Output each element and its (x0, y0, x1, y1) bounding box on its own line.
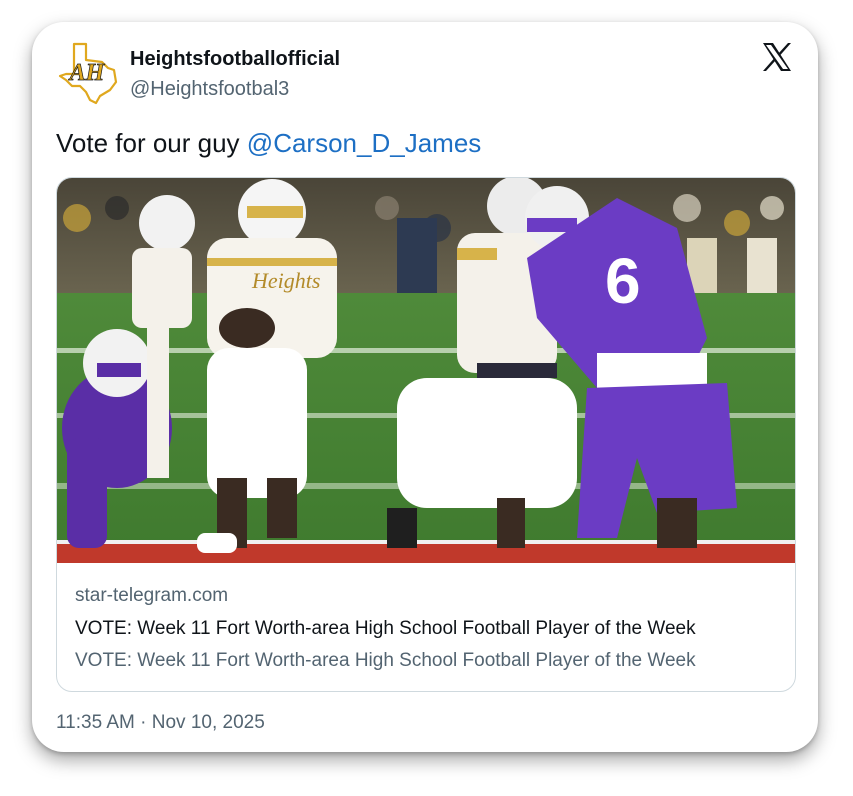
author-handle[interactable]: @Heightsfootbal3 (130, 78, 289, 101)
tweet-body: Vote for our guy (56, 128, 247, 158)
svg-text:Heights: Heights (251, 268, 320, 293)
avatar-logo-text: AH (68, 60, 106, 86)
link-description: VOTE: Week 11 Fort Worth-area High Schoo… (75, 650, 696, 671)
svg-text:6: 6 (605, 245, 641, 317)
tweet-text: Vote for our guy @Carson_D_James (56, 128, 481, 159)
link-preview-card[interactable]: Heights 6 star-telegram.com VOTE: Week 1… (56, 177, 796, 692)
tweet-timestamp[interactable]: 11:35 AM · Nov 10, 2025 (56, 712, 265, 734)
author-avatar[interactable]: AH (56, 40, 122, 106)
mention-link[interactable]: @Carson_D_James (247, 128, 481, 158)
author-display-name[interactable]: Heightsfootballofficial (130, 48, 340, 71)
football-game-photo[interactable]: Heights 6 (57, 178, 795, 563)
texas-ah-logo-icon: AH (58, 42, 118, 105)
link-domain[interactable]: star-telegram.com (75, 585, 228, 607)
tweet-card: AH Heightsfootballofficial @Heightsfootb… (32, 22, 818, 752)
x-logo-icon[interactable] (760, 40, 794, 74)
link-title[interactable]: VOTE: Week 11 Fort Worth-area High Schoo… (75, 618, 696, 640)
